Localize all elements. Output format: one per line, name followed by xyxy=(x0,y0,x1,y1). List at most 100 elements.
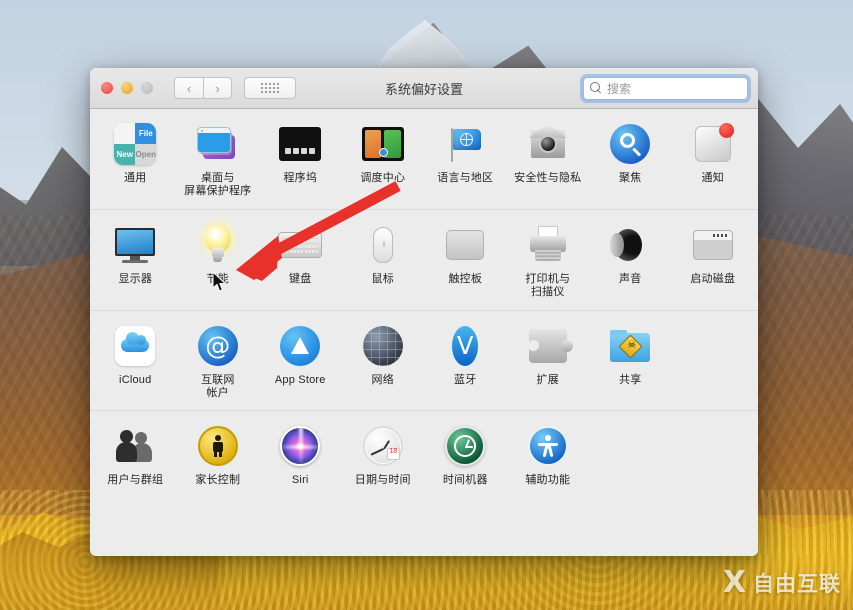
app-store-icon xyxy=(277,323,323,369)
pane-label: 家长控制 xyxy=(195,474,241,487)
maximize-button[interactable] xyxy=(141,82,153,94)
internet-accounts-icon: @ xyxy=(195,323,241,369)
pane-trackpad[interactable]: 触控板 xyxy=(424,222,507,300)
pane-displays[interactable]: 显示器 xyxy=(94,222,177,300)
pane-label: 通知 xyxy=(701,172,724,184)
printers-scanners-icon xyxy=(525,222,571,268)
desktop-wallpaper: ‹ › 系统偏好设置 搜索 File New Open 通用 桌面与 屏幕保护程… xyxy=(0,0,853,610)
dock-icon xyxy=(277,121,323,167)
forward-button[interactable]: › xyxy=(203,77,232,99)
spotlight-icon xyxy=(607,121,653,167)
pane-language-region[interactable]: 语言与地区 xyxy=(424,121,507,199)
pane-bluetooth[interactable]: ᐯ 蓝牙 xyxy=(424,323,507,401)
watermark: X 自由互联 xyxy=(723,568,841,598)
accessibility-icon xyxy=(525,423,571,469)
system-preferences-window[interactable]: ‹ › 系统偏好设置 搜索 File New Open 通用 桌面与 屏幕保护程… xyxy=(90,68,758,556)
pane-label: 鼠标 xyxy=(371,272,394,285)
pane-accessibility[interactable]: 辅助功能 xyxy=(507,423,590,487)
network-icon xyxy=(360,323,406,369)
pane-mouse[interactable]: 鼠标 xyxy=(342,222,425,300)
traffic-lights xyxy=(101,82,153,94)
pane-label: 通用 xyxy=(124,172,147,184)
window-titlebar: ‹ › 系统偏好设置 xyxy=(90,68,758,109)
mouse-icon xyxy=(360,222,406,268)
pane-label: 互联网 帐户 xyxy=(200,373,235,400)
pane-mission-control[interactable]: 调度中心 xyxy=(342,121,425,199)
mission-control-icon xyxy=(360,121,406,167)
pane-keyboard[interactable]: 键盘 xyxy=(259,222,342,300)
search-icon xyxy=(590,82,603,95)
notification-badge xyxy=(718,123,734,138)
pane-siri[interactable]: Siri xyxy=(259,423,342,487)
grid-dots-icon xyxy=(261,83,279,93)
pane-label: 用户与群组 xyxy=(107,474,164,487)
sharing-icon xyxy=(607,323,653,369)
pane-label: iCloud xyxy=(119,373,152,386)
pane-icloud[interactable]: iCloud xyxy=(94,323,177,401)
users-groups-icon xyxy=(112,423,158,469)
energy-saver-icon xyxy=(195,222,241,268)
desktop-screensaver-icon xyxy=(195,121,241,167)
pane-label: 调度中心 xyxy=(360,172,406,184)
bluetooth-icon: ᐯ xyxy=(442,323,488,369)
preferences-row: 用户与群组 家长控制 Siri 18 日期与时间 时间机器 辅助功能 xyxy=(90,411,758,497)
pane-label: 蓝牙 xyxy=(454,373,477,386)
pane-label: 安全性与隐私 xyxy=(514,172,582,184)
show-all-grid-button[interactable] xyxy=(244,77,296,99)
pane-printers-scanners[interactable]: 打印机与 扫描仪 xyxy=(507,222,590,300)
pane-network[interactable]: 网络 xyxy=(342,323,425,401)
watermark-logo-icon: X xyxy=(722,565,746,600)
pane-label: 语言与地区 xyxy=(437,172,494,184)
pane-general[interactable]: File New Open 通用 xyxy=(94,121,177,199)
pane-spotlight[interactable]: 聚焦 xyxy=(589,121,672,199)
displays-icon xyxy=(112,222,158,268)
pane-date-time[interactable]: 18 日期与时间 xyxy=(342,423,425,487)
pane-users-groups[interactable]: 用户与群组 xyxy=(94,423,177,487)
pane-spacer xyxy=(589,423,672,487)
navigation-buttons: ‹ › xyxy=(174,77,232,99)
pane-internet-accounts[interactable]: @ 互联网 帐户 xyxy=(177,323,260,401)
general-icon: File New Open xyxy=(112,121,158,167)
pane-label: 时间机器 xyxy=(442,474,488,487)
pane-app-store[interactable]: App Store xyxy=(259,323,342,401)
icloud-icon xyxy=(112,323,158,369)
startup-disk-icon xyxy=(690,222,736,268)
pane-notifications[interactable]: 通知 xyxy=(672,121,755,199)
keyboard-icon xyxy=(277,222,323,268)
pane-extensions[interactable]: 扩展 xyxy=(507,323,590,401)
pane-security-privacy[interactable]: 安全性与隐私 xyxy=(507,121,590,199)
back-button[interactable]: ‹ xyxy=(174,77,203,99)
sound-icon xyxy=(607,222,653,268)
siri-icon xyxy=(277,423,323,469)
pane-startup-disk[interactable]: 启动磁盘 xyxy=(672,222,755,300)
pane-label: 触控板 xyxy=(448,272,483,285)
pane-label: 显示器 xyxy=(118,272,153,285)
preferences-row: File New Open 通用 桌面与 屏幕保护程序 程序坞 调度中心 语言与… xyxy=(90,109,758,210)
time-machine-icon xyxy=(442,423,488,469)
pane-label: 网络 xyxy=(371,373,394,386)
close-button[interactable] xyxy=(101,82,113,94)
search-field[interactable] xyxy=(583,77,748,100)
pane-label: 共享 xyxy=(619,373,642,386)
preferences-row: 显示器 节能 xyxy=(90,210,758,311)
date-time-icon: 18 xyxy=(360,423,406,469)
pane-spacer xyxy=(672,423,755,487)
pane-dock[interactable]: 程序坞 xyxy=(259,121,342,199)
minimize-button[interactable] xyxy=(121,82,133,94)
pane-label: 启动磁盘 xyxy=(690,272,736,285)
security-privacy-icon xyxy=(525,121,571,167)
pane-parental-controls[interactable]: 家长控制 xyxy=(177,423,260,487)
parental-controls-icon xyxy=(195,423,241,469)
pane-label: 键盘 xyxy=(289,272,312,285)
pane-label: 聚焦 xyxy=(619,172,642,184)
pane-desktop-screensaver[interactable]: 桌面与 屏幕保护程序 xyxy=(177,121,260,199)
search-input[interactable] xyxy=(607,81,745,96)
pane-time-machine[interactable]: 时间机器 xyxy=(424,423,507,487)
pane-label: App Store xyxy=(274,373,326,386)
pane-sound[interactable]: 声音 xyxy=(589,222,672,300)
extensions-icon xyxy=(525,323,573,369)
notifications-icon xyxy=(690,121,736,167)
preference-panes-grid: File New Open 通用 桌面与 屏幕保护程序 程序坞 调度中心 语言与… xyxy=(90,109,758,498)
pane-label: 扩展 xyxy=(536,373,559,386)
pane-sharing[interactable]: 共享 xyxy=(589,323,672,401)
